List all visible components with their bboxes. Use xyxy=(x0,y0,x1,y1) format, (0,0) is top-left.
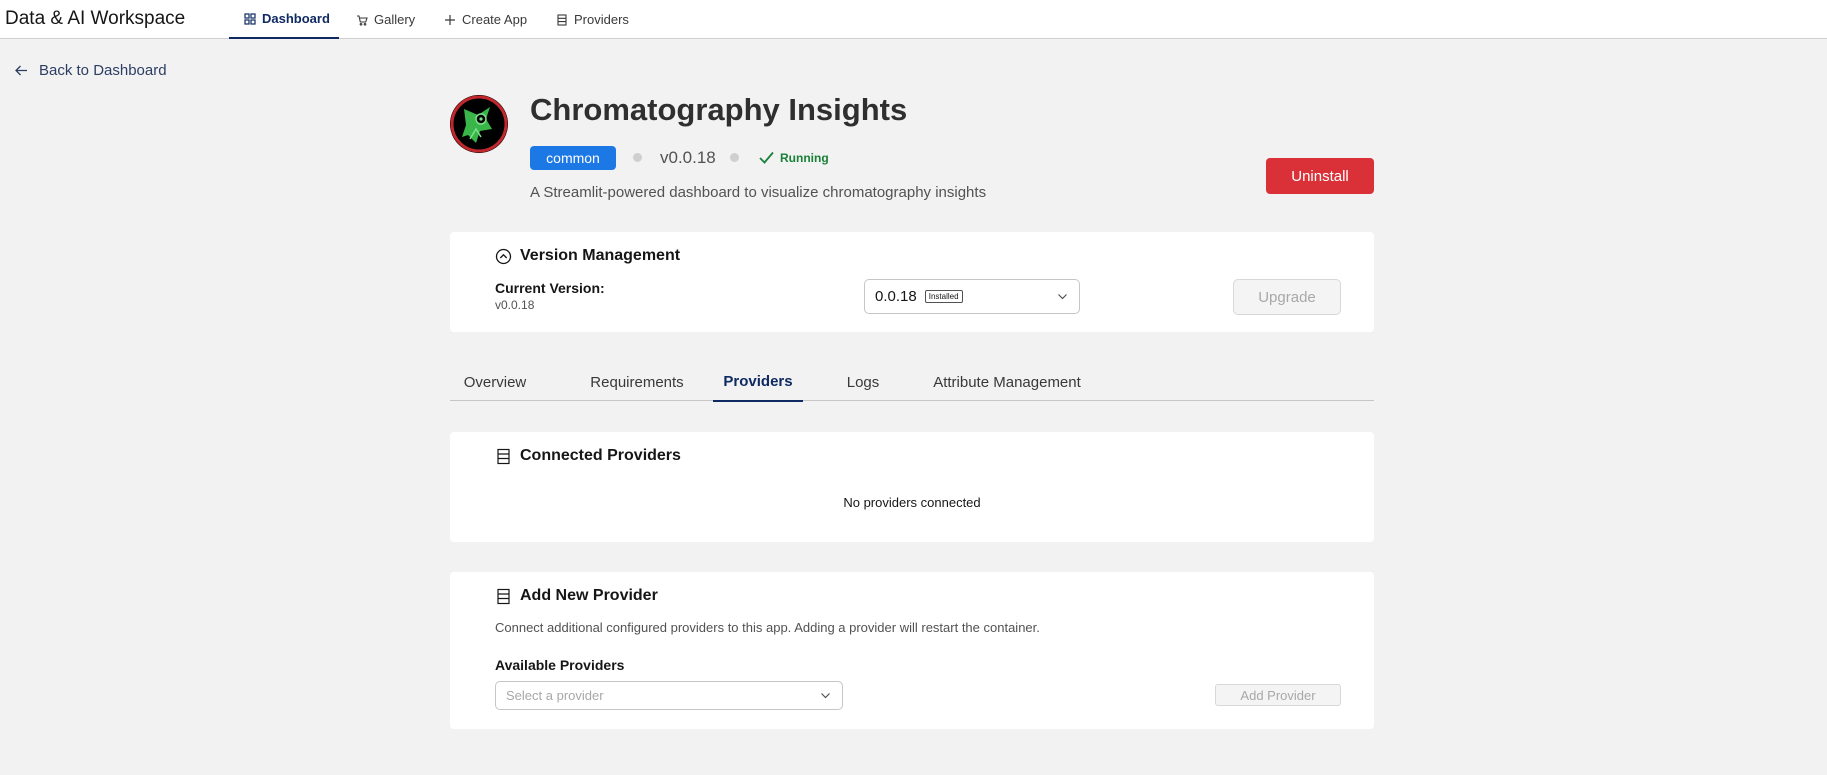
provider-select-placeholder: Select a provider xyxy=(506,688,604,703)
server-icon xyxy=(497,588,510,604)
add-provider-card: Add New Provider Connect additional conf… xyxy=(450,572,1374,729)
nav-create-app[interactable]: Create App xyxy=(444,0,527,39)
tab-overview[interactable]: Overview xyxy=(450,363,540,401)
back-link-label: Back to Dashboard xyxy=(39,62,167,79)
empty-providers-message: No providers connected xyxy=(843,495,981,510)
version-management-title: Version Management xyxy=(520,247,681,264)
nav-dashboard-label: Dashboard xyxy=(262,11,330,26)
version-management-card: Version Management Current Version: v0.0… xyxy=(450,232,1374,332)
selected-version: 0.0.18 xyxy=(875,288,917,305)
separator-dot xyxy=(730,153,739,162)
nav-gallery-label: Gallery xyxy=(374,12,416,27)
nav-providers[interactable]: Providers xyxy=(556,0,629,39)
nav-gallery[interactable]: Gallery xyxy=(356,0,415,39)
chevron-up-circle-icon xyxy=(495,248,512,264)
add-provider-header: Add New Provider xyxy=(495,587,658,605)
connected-providers-title: Connected Providers xyxy=(520,447,681,464)
separator-dot xyxy=(633,153,642,162)
tab-bar: Overview Requirements Providers Logs Att… xyxy=(450,363,1374,402)
connected-providers-card: Connected Providers No providers connect… xyxy=(450,432,1374,542)
status-badge: Running xyxy=(758,149,829,166)
tab-logs[interactable]: Logs xyxy=(833,363,893,401)
status-label: Running xyxy=(780,150,829,165)
app-title: Chromatography Insights xyxy=(530,92,908,127)
installed-badge: Installed xyxy=(924,290,963,303)
upgrade-button[interactable]: Upgrade xyxy=(1233,279,1341,315)
uninstall-button[interactable]: Uninstall xyxy=(1266,158,1374,194)
plus-icon xyxy=(445,14,455,25)
provider-select[interactable]: Select a provider xyxy=(495,681,843,710)
top-header: Data & AI Workspace Dashboard Gallery Cr… xyxy=(0,0,1827,39)
nav-dashboard[interactable]: Dashboard xyxy=(229,0,339,39)
tab-attribute-management[interactable]: Attribute Management xyxy=(926,363,1088,401)
add-provider-help-text: Connect additional configured providers … xyxy=(495,620,1040,635)
app-brand: Data & AI Workspace xyxy=(5,8,186,29)
chevron-down-icon xyxy=(1058,294,1067,300)
tab-requirements[interactable]: Requirements xyxy=(573,363,701,401)
connected-providers-header: Connected Providers xyxy=(495,447,681,465)
chevron-down-icon xyxy=(821,693,830,699)
cart-icon xyxy=(357,14,368,26)
current-version-label: Current Version: xyxy=(495,280,605,296)
arrow-left-icon xyxy=(15,65,27,76)
app-logo xyxy=(450,95,508,153)
available-providers-label: Available Providers xyxy=(495,657,625,673)
app-version: v0.0.18 xyxy=(660,148,716,167)
checkmark-icon xyxy=(759,151,774,164)
dashboard-icon xyxy=(244,12,256,25)
app-tag: common xyxy=(530,146,616,170)
version-management-header[interactable]: Version Management xyxy=(495,247,680,265)
nav-create-app-label: Create App xyxy=(462,12,528,27)
app-logo-image xyxy=(450,95,508,153)
add-provider-button[interactable]: Add Provider xyxy=(1215,684,1341,706)
app-description: A Streamlit-powered dashboard to visuali… xyxy=(530,184,987,201)
nav-providers-label: Providers xyxy=(574,12,629,27)
tab-providers[interactable]: Providers xyxy=(713,363,803,402)
current-version-value: v0.0.18 xyxy=(495,298,535,312)
server-icon xyxy=(497,448,510,464)
add-provider-title: Add New Provider xyxy=(520,587,658,604)
version-select[interactable]: 0.0.18 Installed xyxy=(864,279,1080,314)
server-icon xyxy=(557,13,567,26)
back-to-dashboard-link[interactable]: Back to Dashboard xyxy=(14,62,167,79)
